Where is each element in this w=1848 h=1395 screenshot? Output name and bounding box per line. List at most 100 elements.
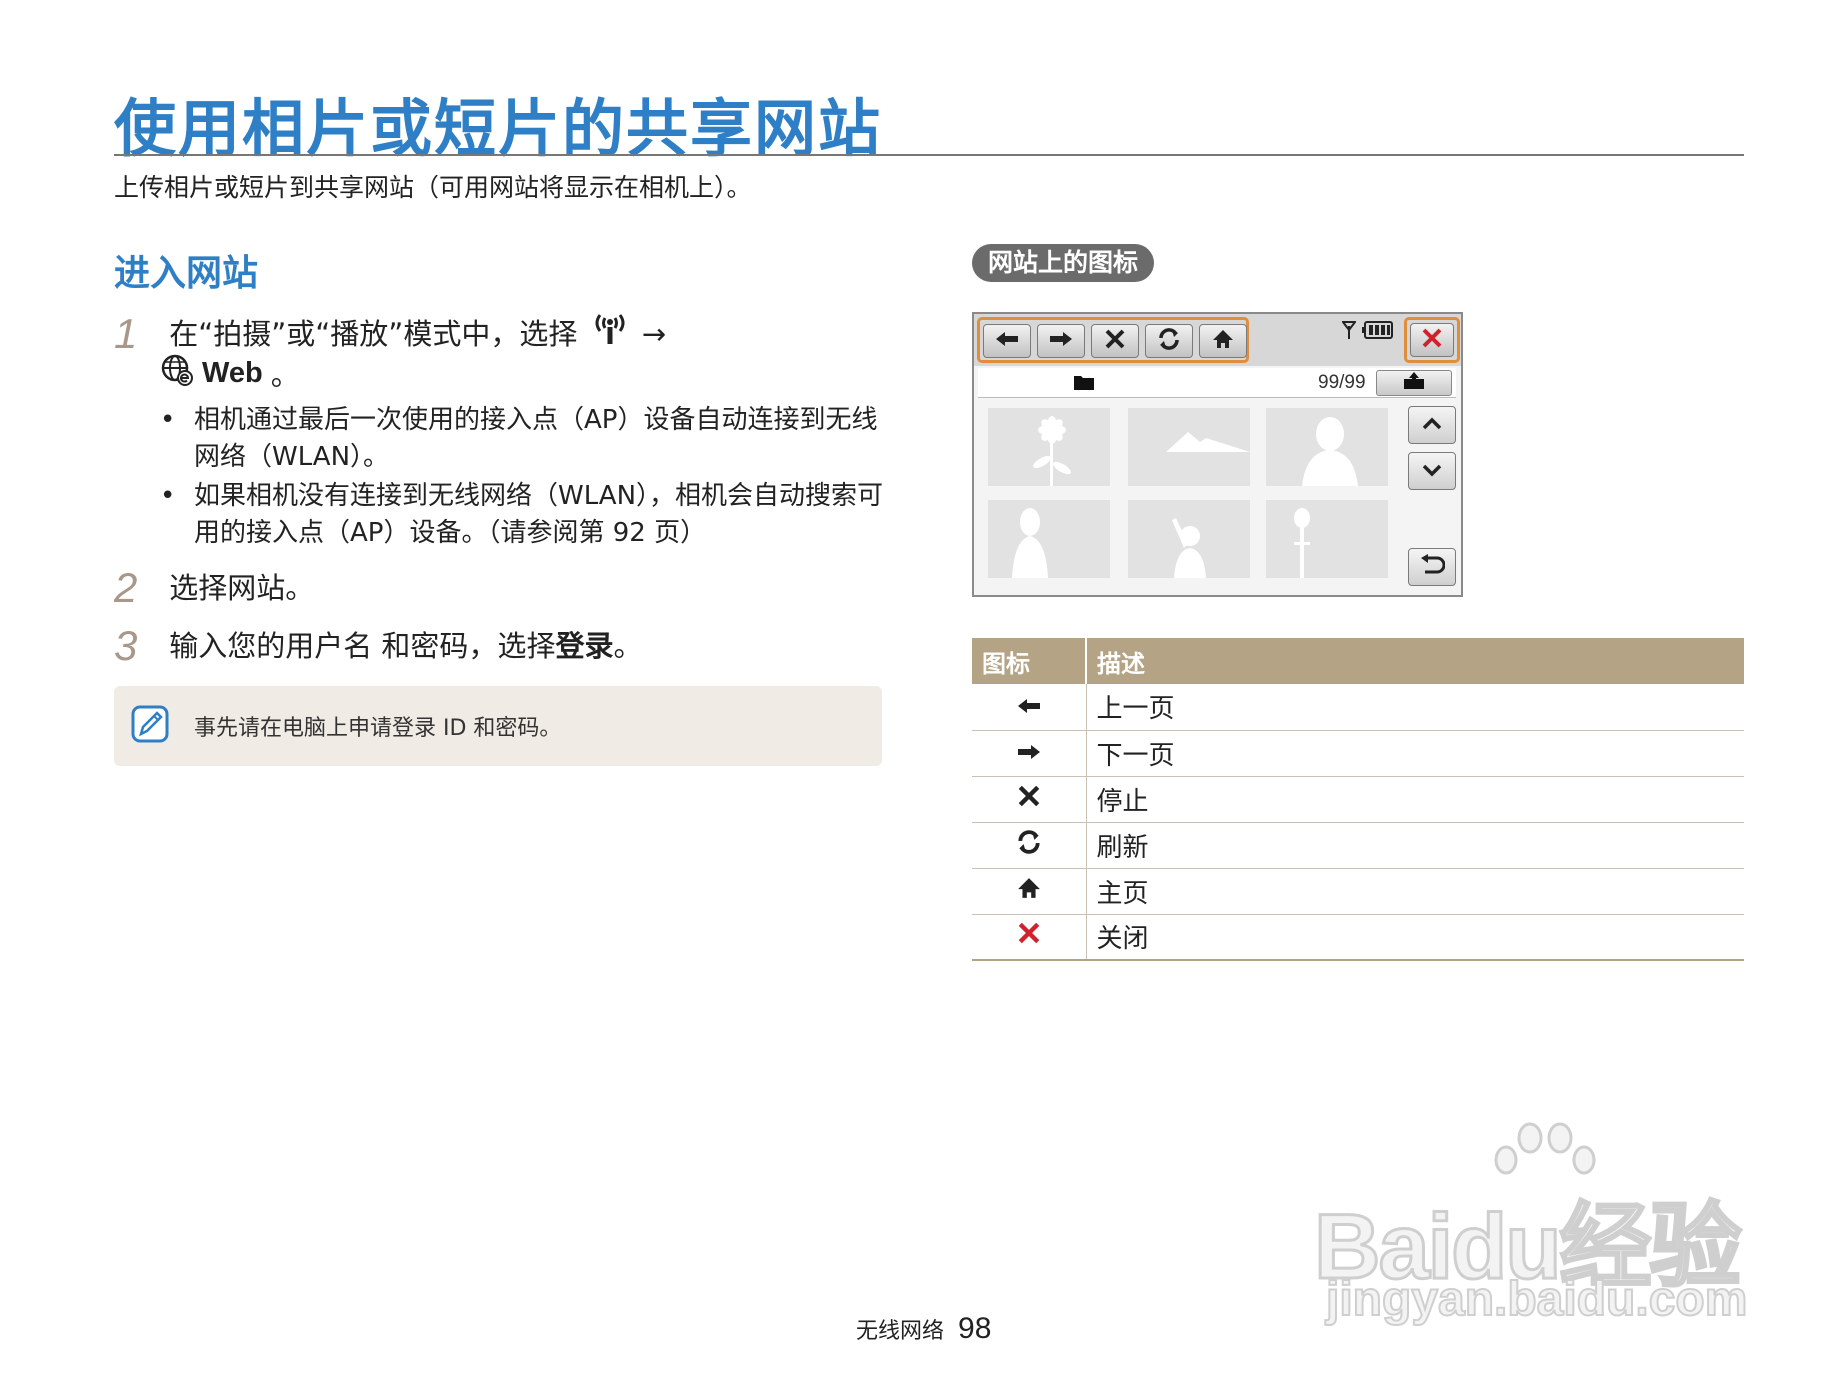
table-row: 刷新 [972,822,1744,869]
photo-thumbnail[interactable] [988,408,1110,486]
step-2: 2 选择网站。 [114,564,314,612]
photo-thumbnail[interactable] [1266,500,1388,578]
step-3: 3 输入您的用户名 和密码，选择登录。 [114,622,642,670]
chevron-up-icon [1422,416,1442,435]
step-end: 。 [613,629,643,663]
signal-antenna-icon [1341,320,1357,344]
footer-section-name: 无线网络 [856,1319,945,1344]
woman-silhouette-icon [1012,508,1048,578]
baidu-watermark: Baidu经验 jingyan.baidu.com [1313,1120,1754,1327]
note-text: 事先请在电脑上申请登录 ID 和密码。 [194,716,562,741]
table-header-row: 图标 描述 [972,638,1744,684]
stop-x-icon [1104,328,1126,354]
scroll-up-button[interactable] [1408,406,1456,444]
browser-toolbar [974,314,1461,366]
step-number: 2 [114,564,138,611]
nav-buttons-highlight [977,317,1249,363]
icon-description-table: 图标 描述 上一页 下一页 停止 刷新 主页 关闭 [972,638,1744,961]
upload-button[interactable] [1376,370,1452,396]
close-button[interactable] [1410,323,1454,357]
step-1-continuation: Web 。 [160,352,300,394]
title-divider [114,154,1744,156]
globe-web-icon [160,353,194,394]
manual-page: 使用相片或短片的共享网站 上传相片或短片到共享网站（可用网站将显示在相机上）。 … [0,0,1848,1395]
table-row: 下一页 [972,730,1744,777]
table-cell: 下一页 [1086,730,1744,777]
photo-thumbnail[interactable] [1128,500,1250,578]
page-subtitle: 上传相片或短片到共享网站（可用网站将显示在相机上）。 [114,173,752,202]
home-icon [972,868,1087,915]
bullet-text: 如果相机没有连接到无线网络（WLAN），相机会自动搜索可用的接入点（AP）设备。… [194,481,884,548]
page-footer: 无线网络 98 [856,1312,991,1346]
status-icons [1341,320,1394,344]
scroll-down-button[interactable] [1408,452,1456,490]
home-button[interactable] [1199,324,1247,358]
arrow-right-icon [972,730,1087,777]
header-description: 描述 [1086,638,1744,684]
bullet-dot: • [160,481,176,511]
camera-screen-mockup: 99/99 [972,312,1463,597]
icons-section-pill: 网站上的图标 [972,244,1155,282]
table-row: 停止 [972,776,1744,823]
battery-icon [1362,321,1394,343]
bullet-text: 相机通过最后一次使用的接入点（AP）设备自动连接到无线网络（WLAN）。 [194,405,878,472]
step-arrow: → [641,317,667,351]
arrow-left-icon [972,684,1087,731]
section-heading: 进入网站 [114,253,259,294]
step-end: 。 [270,358,300,392]
photo-thumbnail[interactable] [1128,408,1250,486]
back-button[interactable] [983,324,1031,358]
web-label: Web [202,356,263,389]
arrow-right-icon [1048,330,1074,352]
step-number: 3 [114,622,138,669]
header-icon: 图标 [972,638,1087,684]
return-icon [1419,554,1446,580]
step-1: 1 在“拍摄”或“播放”模式中，选择 → [114,308,666,358]
bullet-item: • 如果相机没有连接到无线网络（WLAN），相机会自动搜索可用的接入点（AP）设… [160,478,900,552]
step-text: 选择网站。 [169,571,315,605]
return-button[interactable] [1408,548,1456,586]
person-silhouette-icon [1302,417,1358,486]
folder-icon [1073,374,1095,395]
close-red-x-icon [1421,327,1443,353]
login-word: 登录 [555,629,614,663]
step-number: 1 [114,310,138,357]
photo-thumbnail[interactable] [1266,408,1388,486]
refresh-icon [1157,327,1181,355]
chevron-down-icon [1422,462,1442,481]
table-cell: 上一页 [1086,684,1744,731]
close-red-x-icon [972,914,1087,961]
table-cell: 停止 [1086,776,1744,823]
note-pencil-icon [130,704,170,744]
wifi-mode-icon [591,308,629,353]
bullet-dot: • [160,405,176,435]
home-icon [1212,328,1234,354]
step-text: 在“拍摄”或“播放”模式中，选择 [169,317,578,351]
waving-person-silhouette-icon [1172,518,1206,578]
note-box: 事先请在电脑上申请登录 ID 和密码。 [114,686,882,766]
stop-x-icon [972,776,1087,823]
table-row: 上一页 [972,684,1744,731]
table-cell: 关闭 [1086,914,1744,961]
mountain-silhouette-icon [1166,432,1250,452]
upload-icon [1403,372,1425,394]
table-cell: 主页 [1086,868,1744,915]
folder-bar: 99/99 [978,368,1456,398]
refresh-icon [972,822,1087,869]
lamppost-silhouette-icon [1294,508,1310,578]
arrow-left-icon [994,330,1020,352]
bullet-item: • 相机通过最后一次使用的接入点（AP）设备自动连接到无线网络（WLAN）。 [160,402,900,476]
flower-silhouette-icon [1033,416,1071,486]
table-row: 关闭 [972,914,1744,961]
table-row: 主页 [972,868,1744,915]
close-button-highlight [1404,317,1460,363]
forward-button[interactable] [1037,324,1085,358]
photo-thumbnail[interactable] [988,500,1110,578]
step-text: 输入您的用户名 和密码，选择 [169,629,556,663]
page-number: 98 [958,1312,992,1345]
refresh-button[interactable] [1145,324,1193,358]
watermark-url-text: jingyan.baidu.com [1325,1272,1748,1327]
page-count: 99/99 [1318,372,1366,393]
table-cell: 刷新 [1086,822,1744,869]
stop-button[interactable] [1091,324,1139,358]
